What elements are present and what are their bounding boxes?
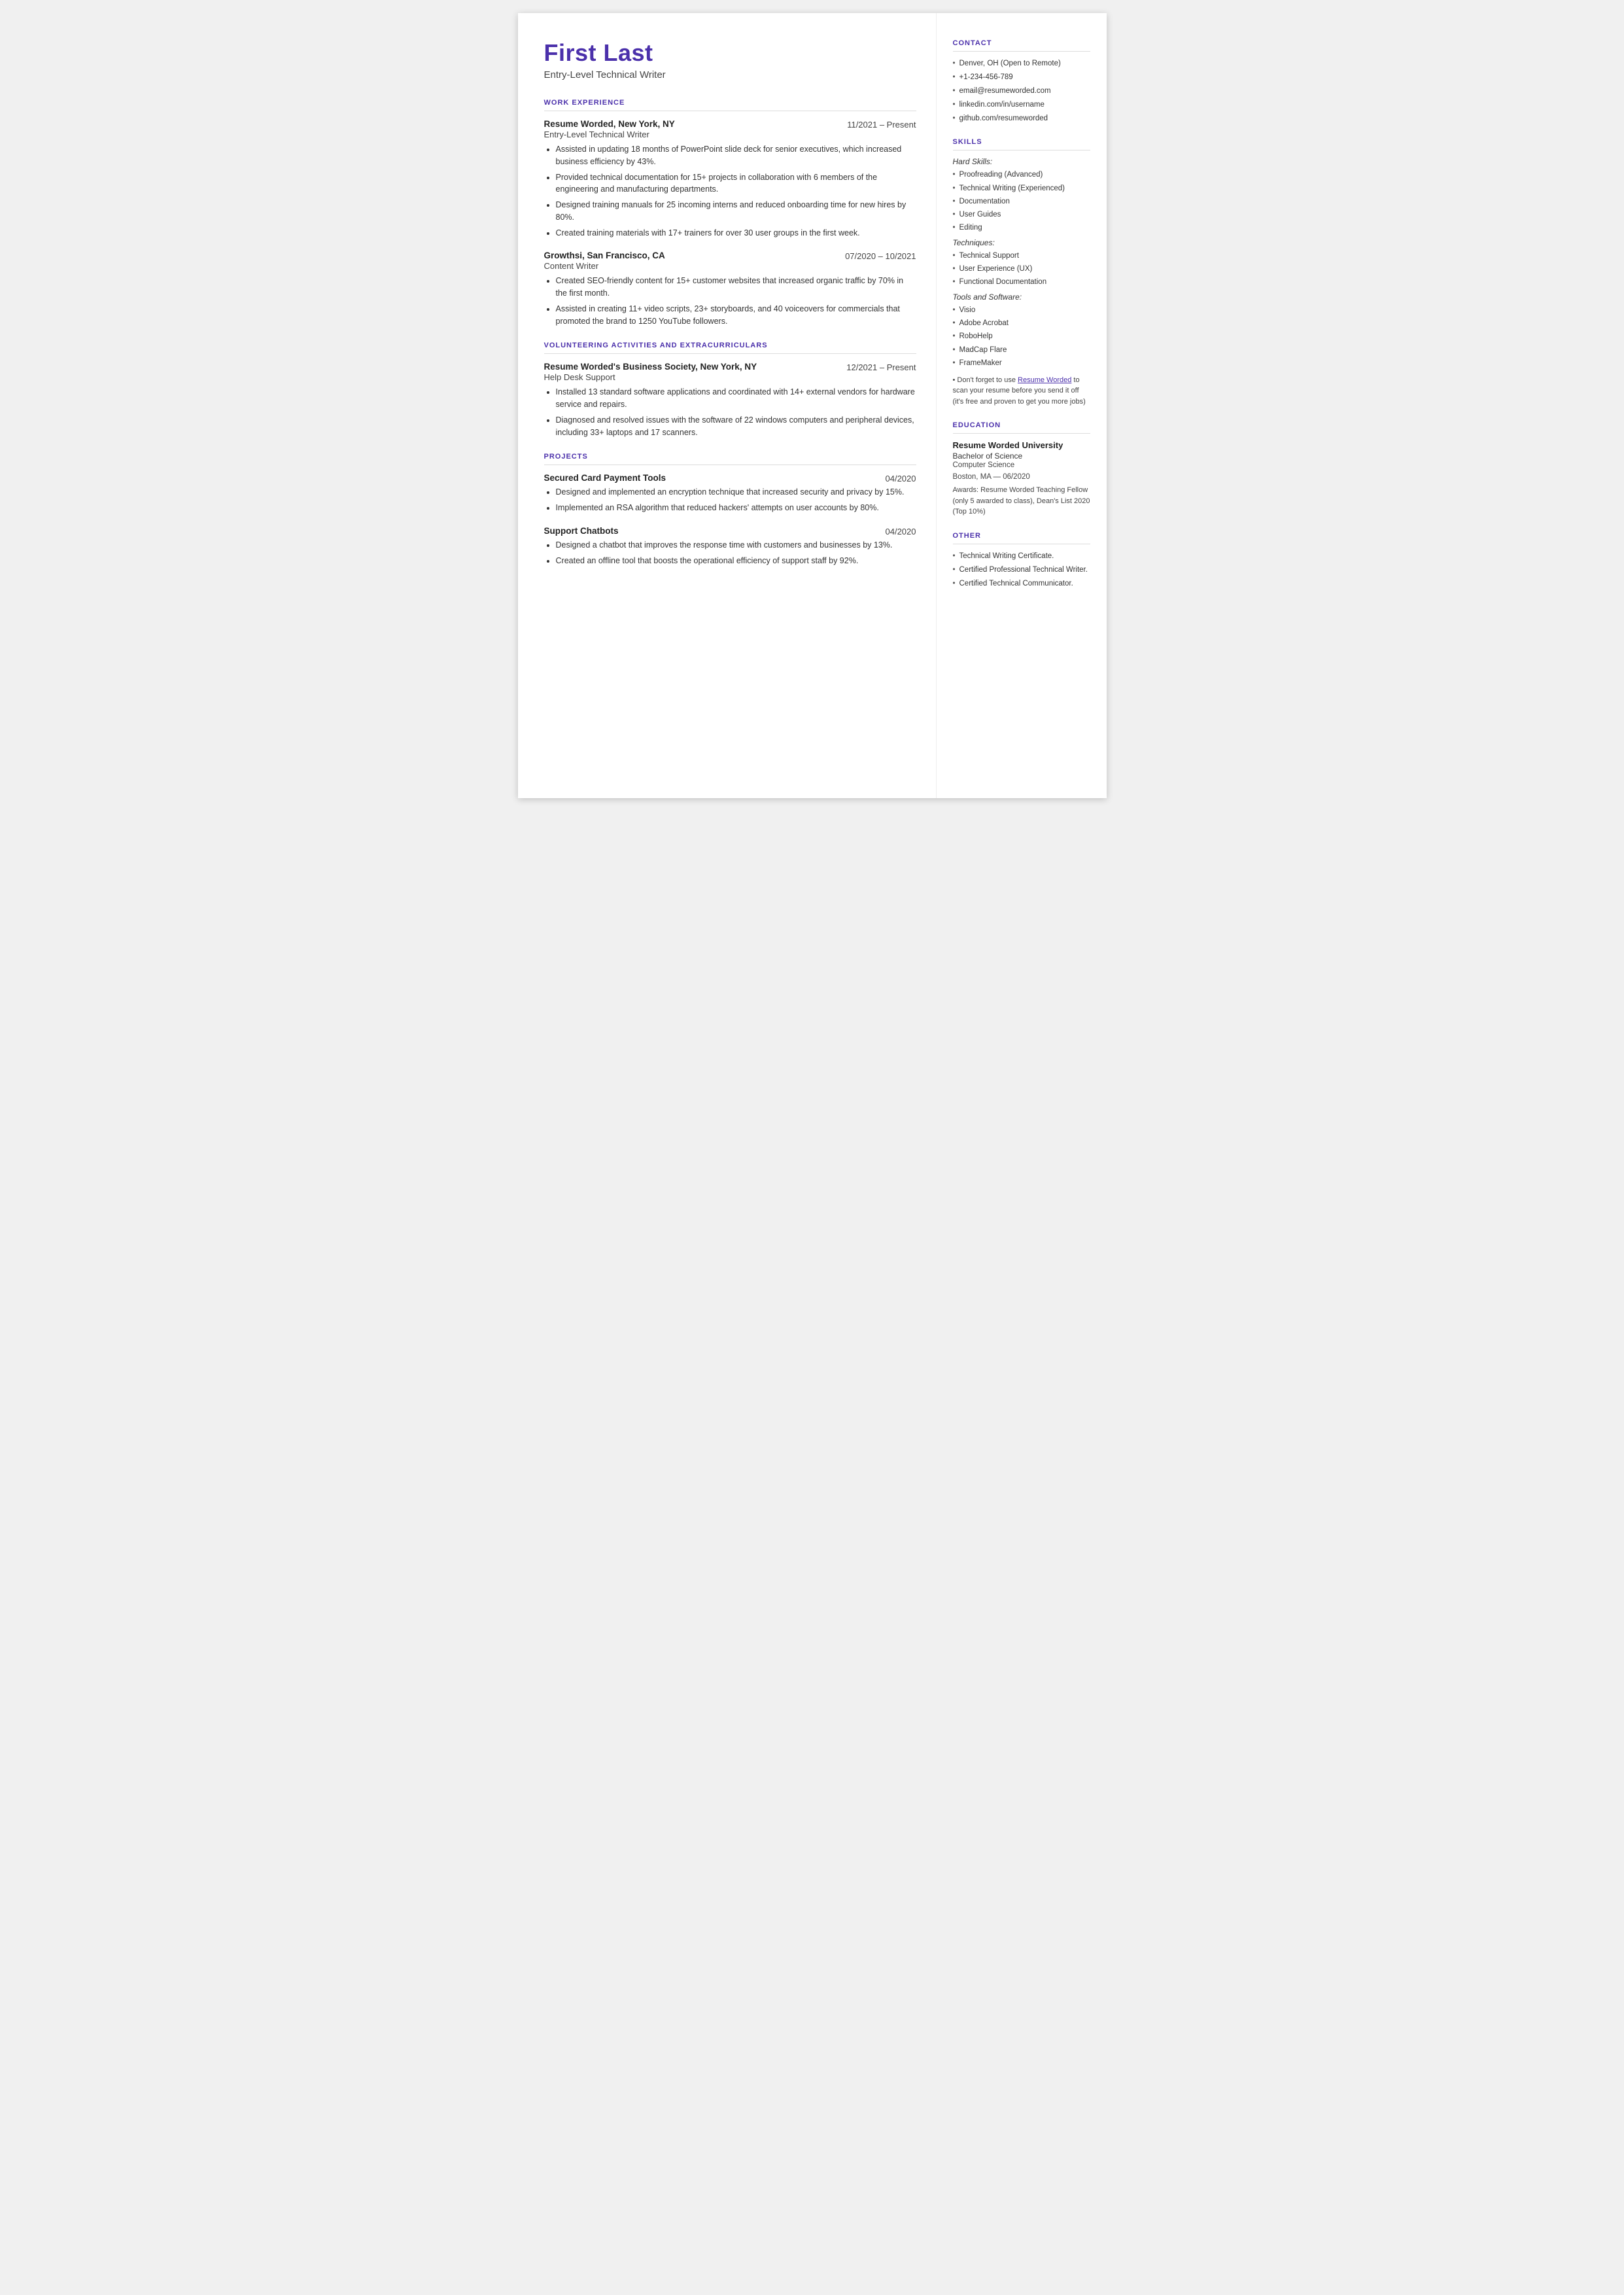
project-1-bullets: Designed and implemented an encryption t…	[556, 486, 916, 514]
edu-awards: Awards: Resume Worded Teaching Fellow (o…	[953, 485, 1090, 517]
volunteer-1-title: Help Desk Support	[544, 372, 916, 382]
skill-framemaker: FrameMaker	[953, 358, 1090, 368]
education-divider	[953, 433, 1090, 434]
volunteer-1-dates: 12/2021 – Present	[846, 362, 916, 372]
project-1-date: 04/2020	[886, 473, 916, 483]
project-1-name: Secured Card Payment Tools	[544, 473, 666, 483]
contact-linkedin: linkedin.com/in/username	[953, 99, 1090, 110]
project-1-bullet-2: Implemented an RSA algorithm that reduce…	[556, 502, 916, 514]
job-1-company: Resume Worded, New York, NY	[544, 119, 675, 129]
tools-list: Visio Adobe Acrobat RoboHelp MadCap Flar…	[953, 305, 1090, 368]
job-2-bullet-2: Assisted in creating 11+ video scripts, …	[556, 303, 916, 328]
volunteering-heading: VOLUNTEERING ACTIVITIES AND EXTRACURRICU…	[544, 342, 916, 349]
job-1-bullet-3: Designed training manuals for 25 incomin…	[556, 199, 916, 224]
contact-email: email@resumeworded.com	[953, 86, 1090, 96]
left-column: First Last Entry-Level Technical Writer …	[518, 13, 937, 798]
projects-divider	[544, 464, 916, 465]
job-2-header: Growthsi, San Francisco, CA 07/2020 – 10…	[544, 251, 916, 261]
volunteer-1-bullet-2: Diagnosed and resolved issues with the s…	[556, 414, 916, 439]
edu-field: Computer Science	[953, 461, 1090, 469]
job-2-bullets: Created SEO-friendly content for 15+ cus…	[556, 275, 916, 327]
title: Entry-Level Technical Writer	[544, 69, 916, 80]
job-1: Resume Worded, New York, NY 11/2021 – Pr…	[544, 119, 916, 239]
project-2-header: Support Chatbots 04/2020	[544, 526, 916, 536]
job-2-title: Content Writer	[544, 261, 916, 271]
volunteer-1-company: Resume Worded's Business Society, New Yo…	[544, 362, 757, 372]
skill-documentation: Documentation	[953, 196, 1090, 207]
name: First Last	[544, 39, 916, 67]
skill-robohelp: RoboHelp	[953, 331, 1090, 342]
other-heading: OTHER	[953, 532, 1090, 540]
job-2: Growthsi, San Francisco, CA 07/2020 – 10…	[544, 251, 916, 327]
edu-degree: Bachelor of Science	[953, 451, 1090, 461]
job-2-company: Growthsi, San Francisco, CA	[544, 251, 665, 260]
resume-worded-link[interactable]: Resume Worded	[1018, 376, 1071, 384]
other-item-3: Certified Technical Communicator.	[953, 578, 1090, 589]
skill-adobe-acrobat: Adobe Acrobat	[953, 318, 1090, 328]
project-2-bullet-1: Designed a chatbot that improves the res…	[556, 539, 916, 552]
job-1-header: Resume Worded, New York, NY 11/2021 – Pr…	[544, 119, 916, 130]
resume-page: First Last Entry-Level Technical Writer …	[518, 13, 1107, 798]
work-experience-heading: WORK EXPERIENCE	[544, 99, 916, 107]
education-heading: EDUCATION	[953, 421, 1090, 429]
skill-functional-doc: Functional Documentation	[953, 277, 1090, 287]
skill-user-guides: User Guides	[953, 209, 1090, 220]
skills-heading: SKILLS	[953, 138, 1090, 146]
techniques-list: Technical Support User Experience (UX) F…	[953, 251, 1090, 287]
skill-editing: Editing	[953, 222, 1090, 233]
job-1-dates: 11/2021 – Present	[847, 119, 916, 130]
hard-skills-label: Hard Skills:	[953, 157, 1090, 166]
project-2: Support Chatbots 04/2020 Designed a chat…	[544, 526, 916, 567]
job-1-bullet-4: Created training materials with 17+ trai…	[556, 227, 916, 239]
job-1-bullet-2: Provided technical documentation for 15+…	[556, 171, 916, 196]
tools-label: Tools and Software:	[953, 292, 1090, 302]
skill-visio: Visio	[953, 305, 1090, 315]
projects-heading: PROJECTS	[544, 453, 916, 461]
project-1: Secured Card Payment Tools 04/2020 Desig…	[544, 473, 916, 514]
project-1-header: Secured Card Payment Tools 04/2020	[544, 473, 916, 483]
techniques-label: Techniques:	[953, 238, 1090, 247]
skill-proofreading: Proofreading (Advanced)	[953, 169, 1090, 180]
skill-technical-writing: Technical Writing (Experienced)	[953, 183, 1090, 194]
volunteer-1-bullet-1: Installed 13 standard software applicati…	[556, 386, 916, 411]
volunteer-1-bullets: Installed 13 standard software applicati…	[556, 386, 916, 438]
volunteer-1-header: Resume Worded's Business Society, New Yo…	[544, 362, 916, 372]
volunteering-divider	[544, 353, 916, 354]
edu-school: Resume Worded University	[953, 440, 1090, 450]
right-column: CONTACT Denver, OH (Open to Remote) +1-2…	[937, 13, 1107, 798]
project-2-bullets: Designed a chatbot that improves the res…	[556, 539, 916, 567]
skill-technical-support: Technical Support	[953, 251, 1090, 261]
other-item-2: Certified Professional Technical Writer.	[953, 565, 1090, 575]
job-2-bullet-1: Created SEO-friendly content for 15+ cus…	[556, 275, 916, 300]
hard-skills-list: Proofreading (Advanced) Technical Writin…	[953, 169, 1090, 232]
other-list: Technical Writing Certificate. Certified…	[953, 551, 1090, 589]
volunteer-1: Resume Worded's Business Society, New Yo…	[544, 362, 916, 438]
job-2-dates: 07/2020 – 10/2021	[845, 251, 916, 261]
skills-tip: • Don't forget to use Resume Worded to s…	[953, 375, 1090, 408]
project-2-name: Support Chatbots	[544, 526, 619, 536]
project-2-bullet-2: Created an offline tool that boosts the …	[556, 555, 916, 567]
skill-madcap-flare: MadCap Flare	[953, 345, 1090, 355]
job-1-bullets: Assisted in updating 18 months of PowerP…	[556, 143, 916, 239]
project-2-date: 04/2020	[886, 526, 916, 536]
contact-location: Denver, OH (Open to Remote)	[953, 58, 1090, 69]
contact-phone: +1-234-456-789	[953, 72, 1090, 82]
contact-divider	[953, 51, 1090, 52]
contact-heading: CONTACT	[953, 39, 1090, 47]
project-1-bullet-1: Designed and implemented an encryption t…	[556, 486, 916, 499]
job-1-title: Entry-Level Technical Writer	[544, 130, 916, 139]
contact-github: github.com/resumeworded	[953, 113, 1090, 124]
other-item-1: Technical Writing Certificate.	[953, 551, 1090, 561]
edu-location-date: Boston, MA — 06/2020	[953, 473, 1090, 481]
contact-list: Denver, OH (Open to Remote) +1-234-456-7…	[953, 58, 1090, 124]
skill-ux: User Experience (UX)	[953, 264, 1090, 274]
job-1-bullet-1: Assisted in updating 18 months of PowerP…	[556, 143, 916, 168]
